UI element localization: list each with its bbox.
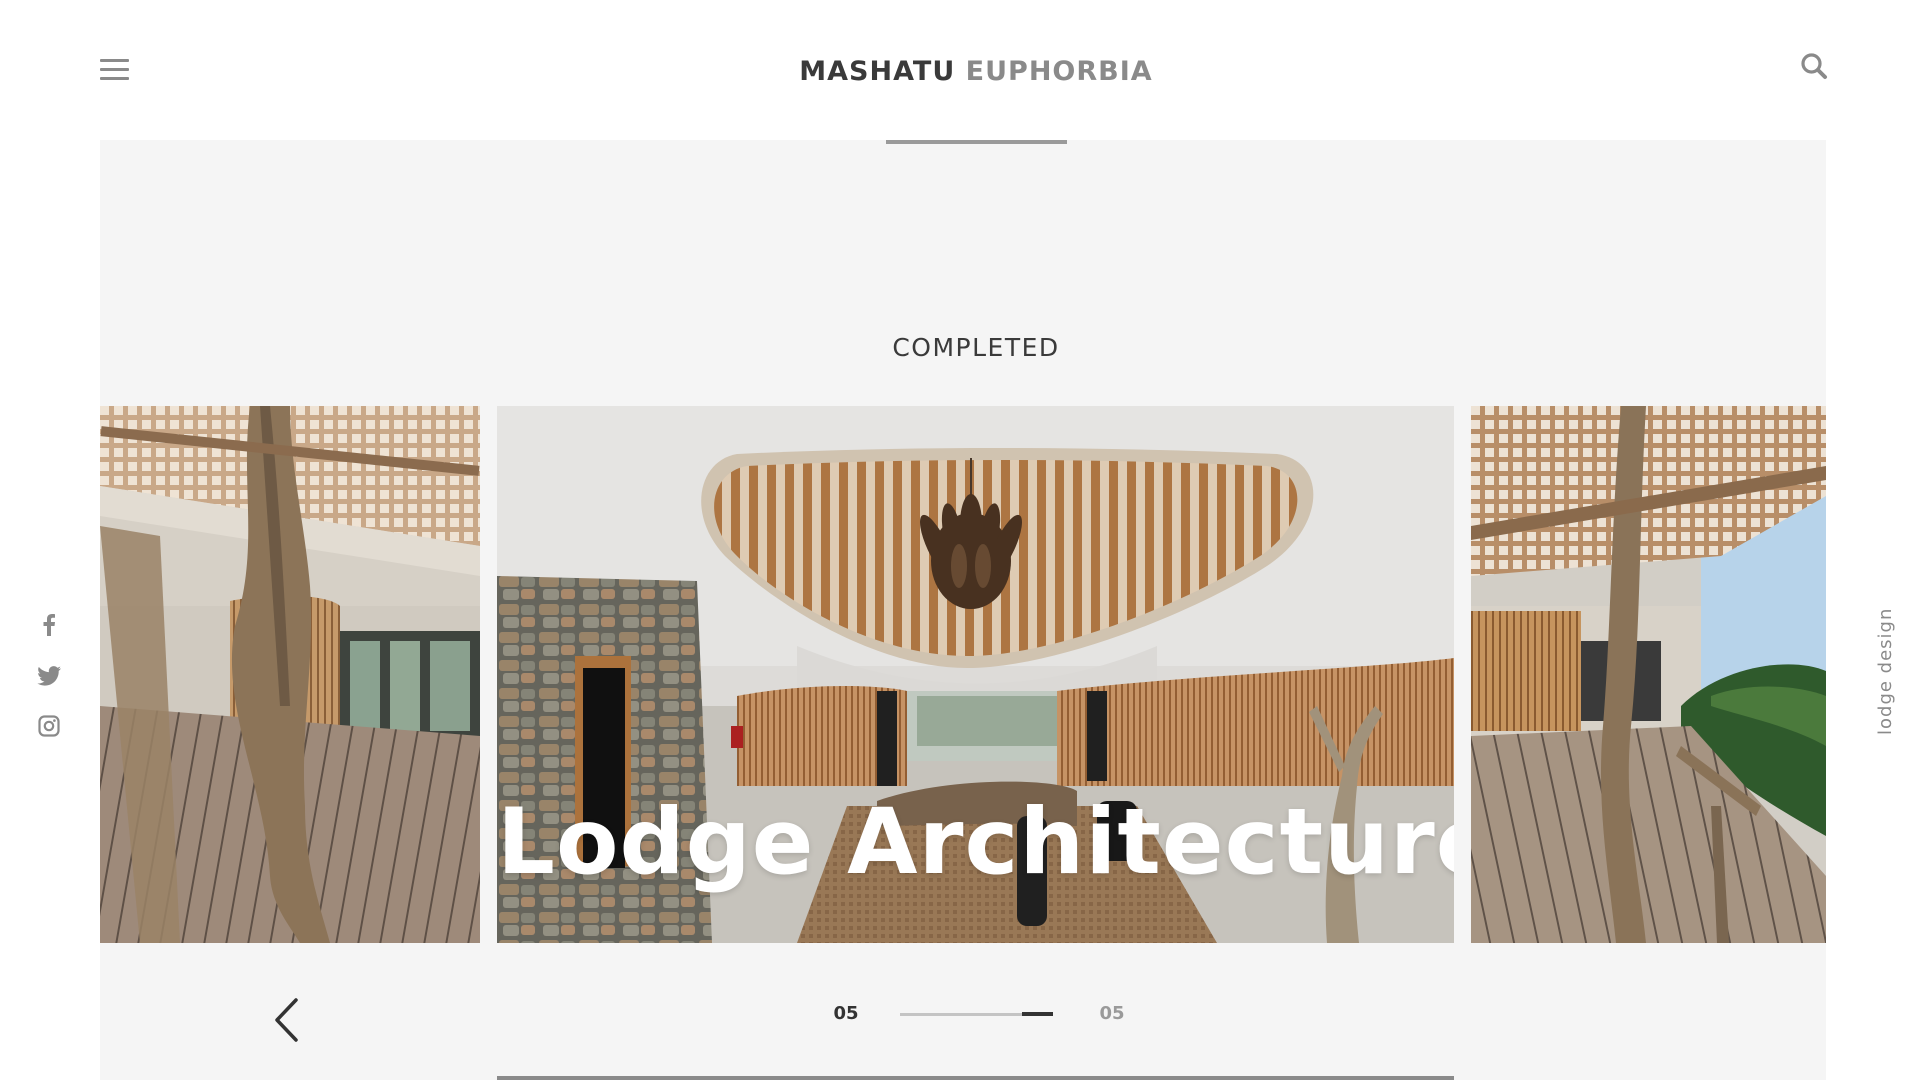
- instagram-link[interactable]: [36, 713, 62, 739]
- brand-primary: MASHATU: [799, 56, 956, 87]
- twitter-link[interactable]: [36, 663, 62, 689]
- search-icon: [1801, 53, 1827, 79]
- pager-progress-fill: [1022, 1012, 1053, 1016]
- slide-active[interactable]: Lodge Architecture: [497, 406, 1454, 943]
- chevron-left-icon: [275, 998, 298, 1042]
- pager-total: 05: [1099, 1003, 1125, 1024]
- brand-secondary: EUPHORBIA: [965, 56, 1153, 87]
- facebook-link[interactable]: [36, 612, 62, 638]
- pager-progress: [900, 1012, 1053, 1016]
- instagram-icon: [38, 715, 60, 737]
- twitter-icon: [37, 666, 61, 686]
- slide-next[interactable]: [1471, 406, 1826, 943]
- pager-current: 05: [833, 1003, 859, 1024]
- slide-previous[interactable]: [100, 406, 480, 943]
- slide-image: [100, 406, 480, 943]
- site-logo[interactable]: MASHATU EUPHORBIA: [0, 56, 1920, 87]
- facebook-icon: [43, 614, 55, 636]
- slide-progress-bar: [497, 1076, 1454, 1080]
- slide-title: Lodge Architecture: [497, 790, 1454, 895]
- slide-image: [1471, 406, 1826, 943]
- prev-slide-button[interactable]: [268, 996, 308, 1044]
- category-label: lodge design: [1875, 607, 1896, 735]
- search-button[interactable]: [1800, 52, 1832, 84]
- tab-indicator: [886, 140, 1067, 144]
- section-label: COMPLETED: [892, 333, 1060, 362]
